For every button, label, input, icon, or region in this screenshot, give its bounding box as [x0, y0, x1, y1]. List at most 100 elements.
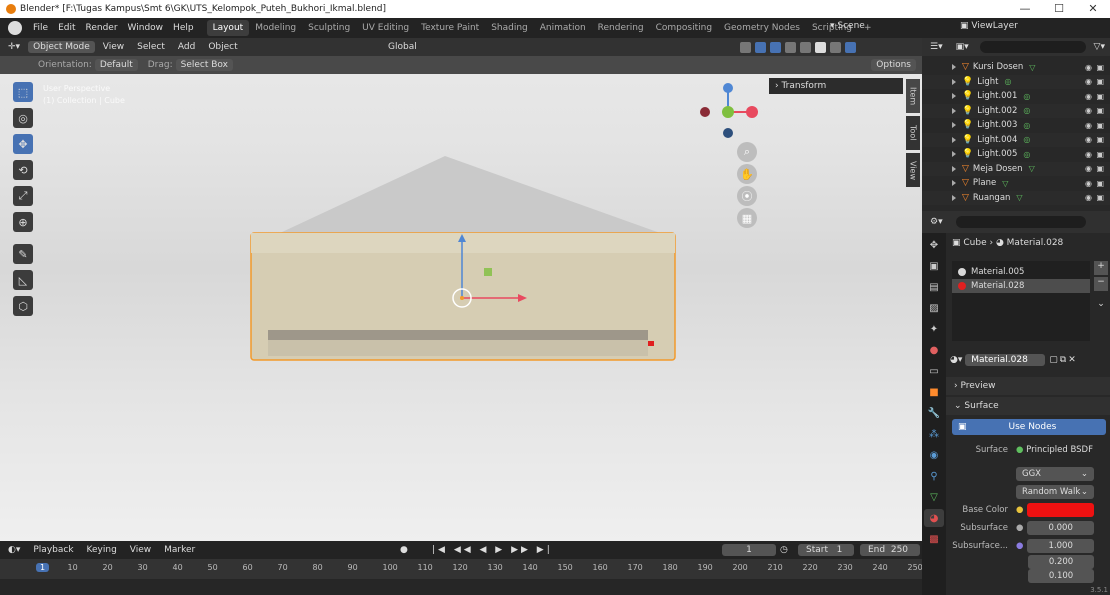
- blender-menu-icon[interactable]: [8, 21, 22, 35]
- outliner-item[interactable]: 💡 Light.005 ◎ ◉ ▣: [922, 147, 1110, 162]
- 3d-viewport[interactable]: ✛▾ Object Mode View Select Add Object Gl…: [0, 38, 922, 541]
- rendered-shading-icon[interactable]: [845, 41, 856, 53]
- minimize-button[interactable]: —: [1008, 0, 1042, 18]
- tab-render-props[interactable]: ▣: [924, 257, 944, 275]
- orientation-selector[interactable]: Default: [94, 59, 138, 71]
- tab-geometry-nodes[interactable]: Geometry Nodes: [718, 20, 806, 36]
- tab-data-props[interactable]: ▽: [924, 488, 944, 506]
- subsurface-method-dropdown[interactable]: Random Walk ⌄: [1016, 485, 1094, 499]
- record-icon[interactable]: ●: [400, 545, 408, 555]
- expand-arrow-icon[interactable]: [952, 107, 956, 114]
- tab-physics-props[interactable]: ◉: [924, 446, 944, 464]
- expand-arrow-icon[interactable]: [952, 93, 956, 100]
- tab-texture-props[interactable]: ▩: [924, 530, 944, 548]
- mode-selector[interactable]: Object Mode: [28, 41, 95, 53]
- visibility-eye-icon[interactable]: ◉: [1085, 77, 1092, 86]
- tab-object-props[interactable]: ■: [924, 383, 944, 401]
- render-camera-icon[interactable]: ▣: [1096, 150, 1104, 159]
- tab-animation[interactable]: Animation: [534, 20, 592, 36]
- visibility-icon[interactable]: [740, 41, 751, 53]
- slot-specials-icon[interactable]: ⌄: [1094, 299, 1108, 313]
- outliner-item[interactable]: 💡 Light.004 ◎ ◉ ▣: [922, 132, 1110, 147]
- viewport-menu-add[interactable]: Add: [173, 41, 200, 53]
- material-shading-icon[interactable]: [830, 41, 841, 53]
- menu-playback[interactable]: Playback: [28, 544, 78, 556]
- transform-panel-header[interactable]: › Transform: [769, 78, 903, 94]
- render-camera-icon[interactable]: ▣: [1096, 164, 1104, 173]
- render-camera-icon[interactable]: ▣: [1096, 63, 1104, 72]
- subsurface-radius-y[interactable]: 0.200: [1028, 555, 1094, 569]
- playhead-frame-indicator[interactable]: 1: [36, 563, 50, 572]
- outliner-item[interactable]: 💡 Light.003 ◎ ◉ ▣: [922, 118, 1110, 133]
- move-tool[interactable]: ✥: [13, 134, 33, 154]
- render-camera-icon[interactable]: ▣: [1096, 77, 1104, 86]
- properties-editor-type-icon[interactable]: ⚙▾: [925, 216, 948, 228]
- annotate-tool[interactable]: ✎: [13, 244, 33, 264]
- outliner-item[interactable]: ▽ Meja Dosen ▽ ◉ ▣: [922, 161, 1110, 176]
- tab-view[interactable]: View: [906, 153, 920, 187]
- expand-arrow-icon[interactable]: [952, 78, 956, 85]
- outliner-item-name[interactable]: Kursi Dosen: [973, 62, 1023, 72]
- outliner-item[interactable]: 💡 Light ◎ ◉ ▣: [922, 74, 1110, 89]
- drag-selector[interactable]: Select Box: [175, 59, 233, 71]
- tab-uv-editing[interactable]: UV Editing: [356, 20, 415, 36]
- outliner-item-name[interactable]: Plane: [973, 178, 996, 188]
- timeline-track-area[interactable]: [0, 579, 922, 595]
- menu-edit[interactable]: Edit: [53, 23, 80, 33]
- rotate-tool[interactable]: ⟲: [13, 160, 33, 180]
- visibility-eye-icon[interactable]: ◉: [1085, 63, 1092, 72]
- camera-view-button[interactable]: ⦿: [737, 186, 757, 206]
- tab-sculpting[interactable]: Sculpting: [302, 20, 356, 36]
- surface-shader-field[interactable]: ● Principled BSDF: [1016, 445, 1093, 455]
- wireframe-shading-icon[interactable]: [800, 41, 811, 53]
- outliner-item-name[interactable]: Light.002: [977, 106, 1017, 116]
- measure-tool[interactable]: ◺: [13, 270, 33, 290]
- expand-arrow-icon[interactable]: [952, 136, 956, 143]
- tab-output-props[interactable]: ▤: [924, 278, 944, 296]
- add-slot-button[interactable]: +: [1094, 261, 1108, 275]
- viewport-menu-view[interactable]: View: [98, 41, 129, 53]
- distribution-dropdown[interactable]: GGX ⌄: [1016, 467, 1094, 481]
- material-slot-list[interactable]: Material.005 Material.028: [952, 261, 1090, 341]
- visibility-eye-icon[interactable]: ◉: [1085, 135, 1092, 144]
- tab-constraints-props[interactable]: ⚲: [924, 467, 944, 485]
- base-color-swatch[interactable]: [1027, 503, 1094, 517]
- subsurface-radius-x[interactable]: 1.000: [1027, 539, 1094, 553]
- outliner-item-name[interactable]: Light.004: [977, 135, 1017, 145]
- remove-slot-button[interactable]: −: [1094, 277, 1108, 291]
- material-name-field[interactable]: Material.028: [965, 354, 1046, 366]
- timeline-editor-type-icon[interactable]: ◐▾: [3, 544, 25, 556]
- expand-arrow-icon[interactable]: [952, 194, 956, 201]
- tab-scene-props[interactable]: ✦: [924, 320, 944, 338]
- expand-arrow-icon[interactable]: [952, 122, 956, 129]
- tab-world-props[interactable]: ●: [924, 341, 944, 359]
- surface-section-header[interactable]: ⌄ Surface: [946, 397, 1110, 415]
- transform-tool[interactable]: ⊕: [13, 212, 33, 232]
- tab-compositing[interactable]: Compositing: [650, 20, 718, 36]
- pan-navigation-button[interactable]: ✋: [737, 164, 757, 184]
- material-slot-028[interactable]: Material.028: [952, 279, 1090, 293]
- visibility-eye-icon[interactable]: ◉: [1085, 121, 1092, 130]
- maximize-button[interactable]: ☐: [1042, 0, 1076, 18]
- visibility-eye-icon[interactable]: ◉: [1085, 106, 1092, 115]
- fake-user-icon[interactable]: ▢: [1049, 355, 1058, 365]
- subsurface-radius-z[interactable]: 0.100: [1028, 569, 1094, 583]
- outliner-item[interactable]: ▽ Ruangan ▽ ◉ ▣: [922, 190, 1110, 205]
- menu-marker[interactable]: Marker: [159, 544, 200, 556]
- visibility-eye-icon[interactable]: ◉: [1085, 150, 1092, 159]
- outliner-item-name[interactable]: Light.001: [977, 91, 1017, 101]
- menu-window[interactable]: Window: [123, 23, 169, 33]
- timeline-editor[interactable]: ◐▾ Playback Keying View Marker ● |◀ ◀◀ ◀…: [0, 541, 923, 595]
- tab-modifier-props[interactable]: 🔧: [924, 404, 944, 422]
- menu-help[interactable]: Help: [168, 23, 199, 33]
- scene-selector[interactable]: ▾ Scene: [830, 21, 865, 31]
- tab-material-props[interactable]: ◕: [924, 509, 944, 527]
- use-nodes-button[interactable]: ▣ Use Nodes: [952, 419, 1106, 435]
- duplicate-material-icon[interactable]: ⧉: [1060, 355, 1066, 365]
- subsurface-field[interactable]: 0.000: [1027, 521, 1094, 535]
- render-camera-icon[interactable]: ▣: [1096, 135, 1104, 144]
- gizmo-toggle-icon[interactable]: [755, 41, 766, 53]
- tab-view-layer-props[interactable]: ▨: [924, 299, 944, 317]
- tab-item[interactable]: Item: [906, 79, 920, 113]
- render-camera-icon[interactable]: ▣: [1096, 121, 1104, 130]
